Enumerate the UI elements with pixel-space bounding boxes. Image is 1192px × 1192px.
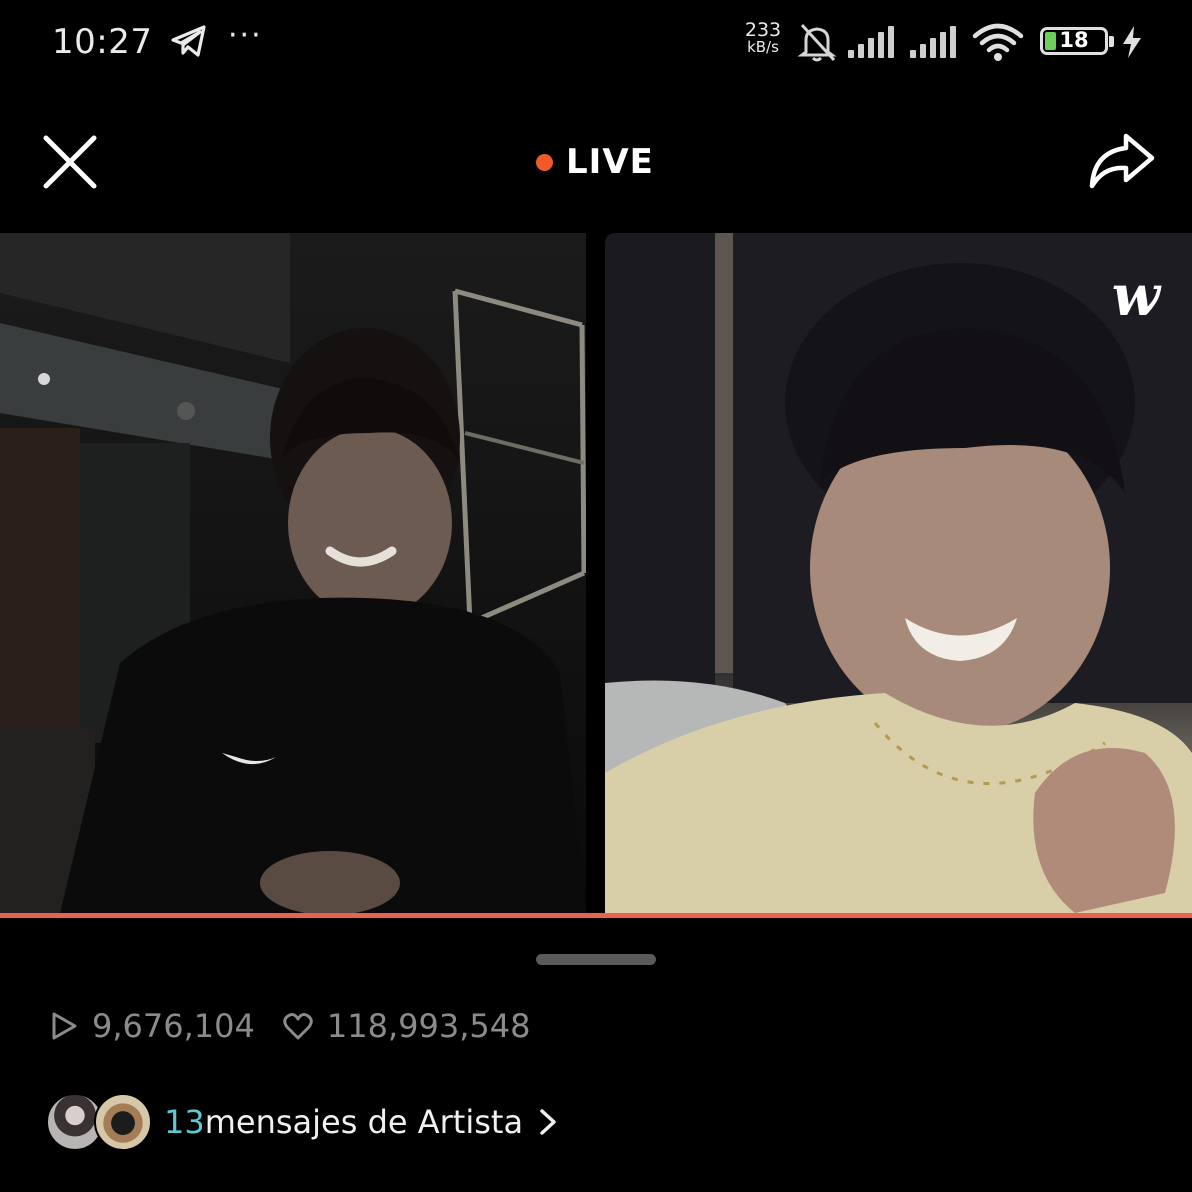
artist-message-count: 13: [164, 1103, 205, 1141]
video-frame-right: [605, 233, 1192, 913]
battery-icon: 18: [1040, 27, 1114, 55]
share-button[interactable]: [1086, 130, 1158, 192]
status-time: 10:27: [52, 22, 153, 62]
video-panel-right[interactable]: w: [605, 233, 1192, 913]
live-label: LIVE: [566, 142, 654, 182]
wifi-icon: [972, 23, 1024, 61]
network-speed-value: 233: [744, 19, 782, 41]
live-indicator: LIVE: [536, 140, 654, 184]
live-dot-icon: [536, 153, 553, 171]
video-frame-left: [0, 233, 586, 913]
like-count: 118,993,548: [326, 1007, 531, 1045]
close-button[interactable]: [40, 132, 100, 192]
weverse-logo: w: [1111, 263, 1160, 329]
live-video[interactable]: w: [0, 233, 1192, 913]
status-bar: 10:27 ··· 233 kB/s 18: [0, 0, 1192, 84]
artist-messages-link[interactable]: 13 mensajes de Artista: [46, 1092, 559, 1152]
signal-icon: [848, 26, 900, 58]
artist-messages-label: mensajes de Artista: [204, 1103, 524, 1141]
live-progress-bar: [0, 913, 1192, 918]
play-count: 9,676,104: [92, 1007, 255, 1045]
live-stats: 9,676,104 118,993,548: [48, 1004, 558, 1048]
play-icon: [52, 1012, 77, 1040]
charging-icon: [1123, 26, 1141, 58]
telegram-icon: [171, 25, 206, 57]
video-panel-left[interactable]: [0, 233, 586, 913]
network-speed-unit: kB/s: [747, 38, 779, 56]
network-speed: 233 kB/s: [739, 19, 787, 56]
signal-icon: [910, 26, 962, 58]
bottom-sheet-handle[interactable]: [536, 954, 656, 965]
bell-off-icon: [797, 23, 837, 62]
more-notifications-icon: ···: [228, 18, 263, 53]
avatar: [94, 1093, 152, 1151]
chevron-right-icon: [540, 1109, 556, 1135]
battery-level: 18: [1059, 28, 1089, 52]
heart-icon: [283, 1013, 313, 1040]
